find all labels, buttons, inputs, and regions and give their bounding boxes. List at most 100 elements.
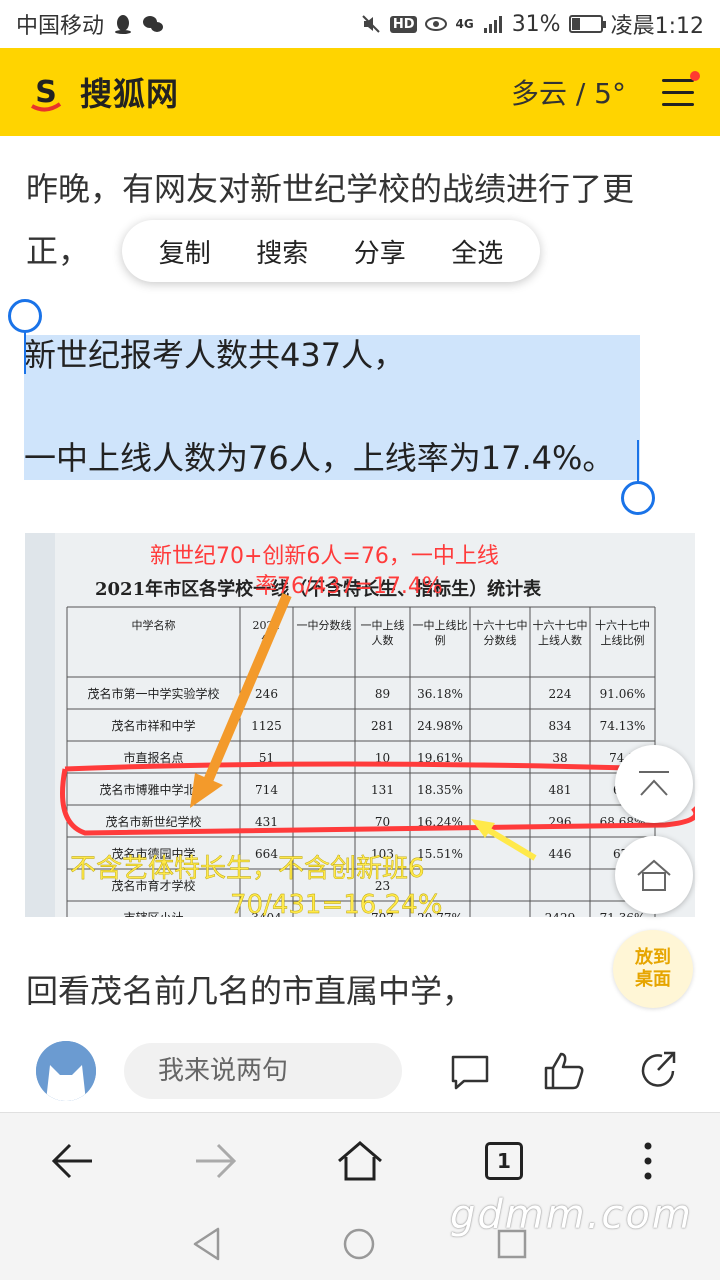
table-header-cell: 十六十七中 [595,618,650,632]
table-header-cell: 中学名称 [132,618,176,632]
battery-percent: 31% [511,11,561,37]
table-cell: 431 [255,815,278,829]
comment-bar: 我来说两句 [0,1030,720,1112]
status-bar: 中国移动 HD 4G 31% 凌晨1:12 [0,0,720,48]
table-cell: 224 [549,687,572,701]
battery-fill [571,18,581,30]
article-image-content: 2021年市区各学校一线（不含特长生、指标生）统计表 中学名称2021年一中分数… [25,533,695,917]
annotation-bottom-line-1: 不含艺体特长生，不含创新班6 [70,854,425,884]
tabs-button[interactable]: 1 [479,1136,529,1186]
avatar-fox-icon [36,1041,96,1101]
eye-icon [425,17,448,31]
svg-text:S: S [35,75,57,110]
comment-icon[interactable] [448,1049,492,1093]
selection-start-handle[interactable] [8,299,42,333]
table-school-name: 市直报名点 [123,750,183,765]
add-to-desktop-button[interactable]: 放到 桌面 [613,930,693,1008]
desk-label-1: 放到 [635,947,671,968]
table-header-cell: 例 [435,633,446,647]
hamburger-icon [662,79,694,82]
scroll-to-top-icon [639,771,669,796]
site-header: S 搜狐网 多云 / 5° [0,48,720,136]
more-vertical-icon [644,1142,652,1179]
home-float-button[interactable] [615,836,693,914]
hamburger-line [662,91,694,94]
table-header-cell: 上线人数 [538,633,582,647]
selected-text-line-2[interactable]: 一中上线人数为76人，上线率为17.4%。 [24,436,614,480]
like-icon[interactable] [542,1049,586,1093]
table-cell: 246 [255,687,278,701]
table-header-cell: 分数线 [484,633,517,647]
table-cell: 446 [549,847,572,861]
table-header-cell: 一中上线比 [413,618,468,632]
share-button[interactable]: 分享 [346,233,414,270]
signal-icon [483,16,502,33]
annotation-top-line-1: 新世纪70+创新6人=76，一中上线 [150,544,499,569]
table-school-name: 市辖区小计 [123,910,183,917]
table-cell: 2429 [545,911,576,917]
wechat-icon [143,16,164,32]
table-header-cell: 人数 [372,634,394,647]
forward-button[interactable] [191,1136,241,1186]
mute-icon [362,15,380,33]
table-cell: 281 [371,719,394,733]
table-header-cell: 十六十七中 [473,618,528,632]
table-cell: 131 [371,783,394,797]
table-cell: 89 [375,687,390,701]
system-home-icon[interactable] [342,1227,376,1261]
table-school-name: 茂名市新世纪学校 [105,814,201,829]
browser-home-icon [338,1140,382,1180]
status-right: HD 4G 31% 凌晨1:12 [360,8,704,40]
menu-button[interactable] [662,71,700,107]
battery-icon [568,15,606,33]
home-icon [637,859,671,891]
share-icon[interactable] [636,1049,680,1093]
back-button[interactable] [47,1136,97,1186]
table-cell: 714 [255,783,278,797]
hd-badge: HD [389,15,418,33]
table-cell: 1125 [251,719,282,733]
network-type: 4G [455,17,474,31]
comment-input[interactable]: 我来说两句 [124,1043,402,1099]
table-header-cell: 一中分数线 [297,618,352,632]
search-button[interactable]: 搜索 [248,233,316,270]
selection-start-line [24,330,26,374]
select-all-button[interactable]: 全选 [443,233,511,270]
annotation-top-line-2: 率76/437=17.4% [255,574,443,599]
article-image[interactable]: 2021年市区各学校一线（不含特长生、指标生）统计表 中学名称2021年一中分数… [25,533,695,917]
system-back-icon[interactable] [192,1227,222,1261]
table-school-name: 茂名市祥和中学 [111,718,195,733]
table-cell: 74.13% [600,719,646,733]
selected-text-line-1[interactable]: 新世纪报考人数共437人， [24,333,405,377]
status-left: 中国移动 [16,8,164,40]
table-school-name: 茂名市第一中学实验学校 [87,686,219,701]
clock: 凌晨1:12 [610,14,704,39]
table-cell: 18.35% [417,783,463,797]
text-context-menu: 复制 搜索 分享 全选 [122,220,540,282]
table-cell: 481 [549,783,572,797]
desk-label-2: 桌面 [635,969,671,990]
carrier-label: 中国移动 [16,14,105,39]
table-cell: 71.36% [600,911,646,917]
selection-end-handle[interactable] [621,481,655,515]
browser-home-button[interactable] [335,1136,385,1186]
table-cell: 834 [549,719,572,733]
back-arrow-icon [51,1143,92,1178]
site-logo[interactable]: S 搜狐网 [24,69,179,115]
more-menu-button[interactable] [623,1136,673,1186]
avatar[interactable] [36,1041,96,1101]
forward-arrow-icon [196,1143,237,1178]
article-paragraph-2: 回看茂名前几名的市直属中学， [26,972,475,1010]
table-cell: 24.98% [417,719,463,733]
tab-count: 1 [485,1141,523,1180]
weather-info[interactable]: 多云 / 5° [511,72,626,112]
notification-dot [690,71,700,81]
table-header-cell: 上线比例 [601,633,645,647]
qq-icon [115,15,132,34]
table-cell: 36.18% [417,687,463,701]
scroll-to-top-button[interactable] [615,745,693,823]
table-school-name: 茂名市博雅中学北区 [99,782,207,797]
table-cell: 38 [552,751,567,765]
copy-button[interactable]: 复制 [151,233,219,270]
table-cell: 91.06% [600,687,646,701]
